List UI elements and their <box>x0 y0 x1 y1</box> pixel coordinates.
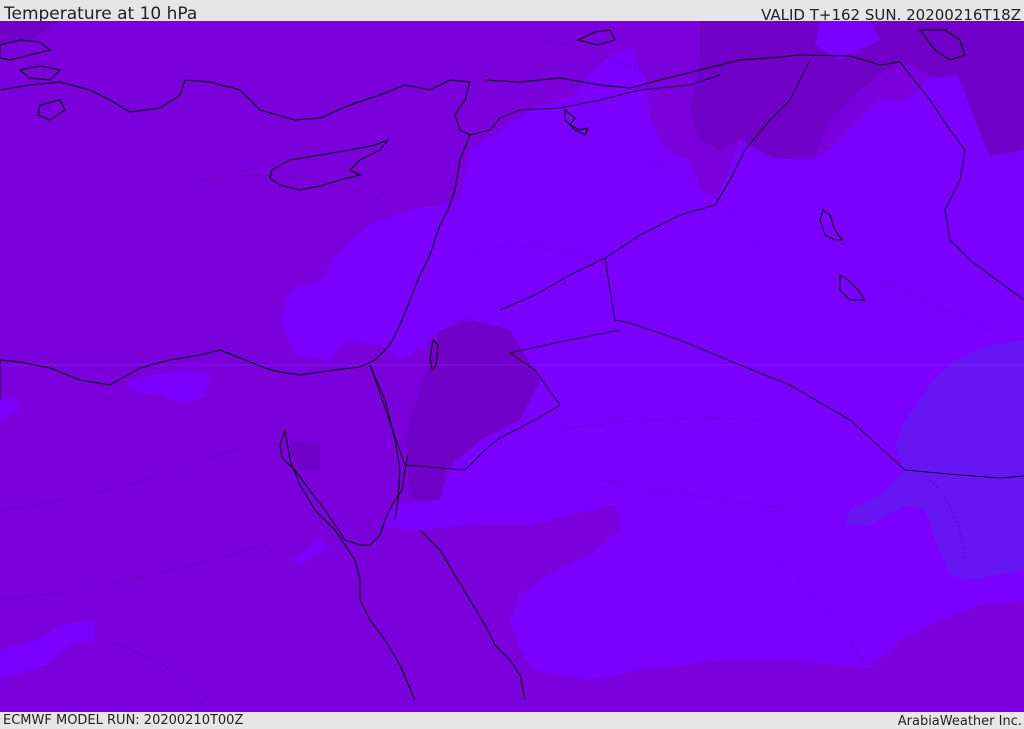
map-figure: Temperature at 10 hPa VALID T+162 SUN. 2… <box>0 0 1024 729</box>
model-run-label: ECMWF MODEL RUN: 20200210T00Z <box>3 713 244 728</box>
credit-label: ArabiaWeather Inc. <box>897 714 1022 729</box>
temperature-map <box>0 21 1024 712</box>
footer-bar: ECMWF MODEL RUN: 20200210T00Z ArabiaWeat… <box>0 712 1024 729</box>
map-area <box>0 21 1024 712</box>
header-bar: Temperature at 10 hPa VALID T+162 SUN. 2… <box>0 0 1024 24</box>
